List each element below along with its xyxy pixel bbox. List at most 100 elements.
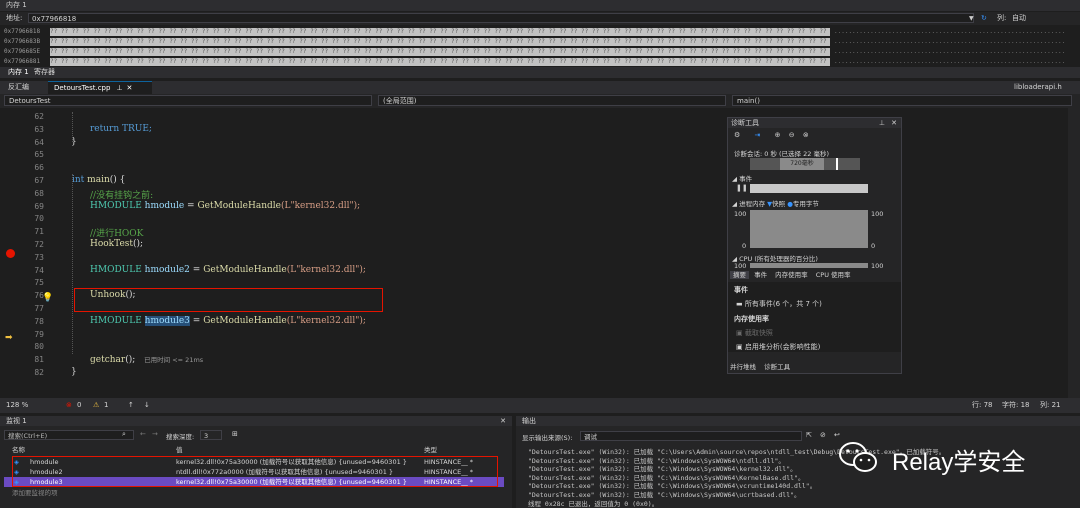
code-line[interactable]: HookTest();	[90, 239, 143, 249]
scope-dropdown[interactable]: (全局范围)	[378, 95, 726, 106]
memory-row-bytes[interactable]: ?? ?? ?? ?? ?? ?? ?? ?? ?? ?? ?? ?? ?? ?…	[50, 58, 830, 66]
tab-diagnostic-tools[interactable]: 诊断工具	[764, 363, 790, 371]
line-number: 63	[34, 124, 44, 134]
function-dropdown[interactable]: main()	[732, 95, 1072, 106]
code-line[interactable]: return TRUE;	[90, 124, 152, 134]
mem-axis-bottom-right: 0	[871, 242, 876, 250]
memory-row-ascii[interactable]: ........................................…	[834, 37, 1065, 47]
code-line[interactable]: HMODULE hmodule3 = GetModuleHandle(L"ker…	[90, 315, 366, 326]
lightbulb-icon[interactable]: 💡	[42, 293, 53, 303]
tab-parallel-stacks[interactable]: 并行堆栈	[730, 363, 756, 371]
memory-row-bytes[interactable]: ?? ?? ?? ?? ?? ?? ?? ?? ?? ?? ?? ?? ?? ?…	[50, 48, 830, 56]
col-name[interactable]: 名称	[12, 446, 25, 455]
pin-icon[interactable]: ⊥	[116, 84, 122, 92]
elapsed-time-hint: 已用时间 <= 21ms	[144, 356, 204, 365]
tab-events[interactable]: 事件	[751, 271, 770, 279]
search-icon[interactable]: ⌕	[122, 430, 126, 439]
code-line[interactable]: getchar(); 已用时间 <= 21ms	[90, 354, 203, 365]
warning-icon[interactable]: ⚠	[93, 398, 99, 413]
zoom-in-icon[interactable]: ⊕	[775, 131, 781, 139]
code-line[interactable]: //没有挂钩之前:	[90, 188, 153, 201]
memory-row-ascii[interactable]: ........................................…	[834, 57, 1065, 67]
line-number: 79	[34, 329, 44, 339]
add-watch-item[interactable]: 添加要监视的项	[12, 487, 58, 497]
export-icon[interactable]: ⇥	[755, 131, 761, 139]
tab-cpu-usage[interactable]: CPU 使用率	[813, 271, 854, 279]
code-line[interactable]: int main() {	[72, 175, 125, 185]
tab-registers[interactable]: 寄存器	[30, 67, 59, 78]
up-arrow-icon[interactable]: ↑	[128, 398, 134, 413]
code-string: (L"kernel32.dll");	[280, 200, 361, 211]
tab-disassembly[interactable]: 反汇编	[2, 81, 35, 94]
zoom-out-icon[interactable]: ⊖	[789, 131, 795, 139]
code-comment: //进行HOOK	[90, 229, 144, 240]
code-editor[interactable]: 62 63 return TRUE; 64} 65 66 67 int main() {68 /…	[0, 108, 1080, 398]
line-number: 65	[34, 150, 44, 160]
memory-row-ascii[interactable]: ........................................…	[834, 27, 1065, 37]
memory-row-ascii[interactable]: ........................................…	[834, 47, 1065, 57]
take-snapshot-label: 截取快照	[744, 329, 773, 337]
line-number: 64	[34, 137, 44, 147]
tab-memory1[interactable]: 内存 1	[4, 67, 33, 78]
code-comment: //没有挂钩之前:	[90, 190, 154, 201]
cpu-graph[interactable]	[750, 263, 868, 268]
clear-icon[interactable]: ⊘	[820, 431, 826, 439]
code-line[interactable]: //进行HOOK	[90, 226, 143, 239]
reset-zoom-icon[interactable]: ⊗	[803, 131, 809, 139]
code-line[interactable]: HMODULE hmodule2 = GetModuleHandle(L"ker…	[90, 265, 366, 275]
code-line[interactable]: }	[71, 367, 77, 377]
code-text: ();	[125, 355, 136, 366]
events-track[interactable]	[750, 184, 868, 193]
refresh-icon[interactable]: ↻	[981, 12, 987, 25]
indent-guide	[72, 112, 73, 142]
code-line[interactable]: HMODULE hmodule = GetModuleHandle(L"kern…	[90, 201, 360, 211]
function-name: GetModuleHandle	[203, 264, 287, 275]
memory-row-bytes[interactable]: ?? ?? ?? ?? ?? ?? ?? ?? ?? ?? ?? ?? ?? ?…	[50, 38, 830, 46]
tab-libloaderapi[interactable]: libloaderapi.h	[1008, 81, 1068, 94]
navigation-bar: DetoursTest (全局范围) main()	[0, 94, 1080, 108]
col-type[interactable]: 类型	[424, 446, 437, 455]
error-icon[interactable]: ⊗	[66, 398, 72, 413]
pin-icon[interactable]: ⊥	[879, 118, 885, 128]
tab-summary[interactable]: 摘要	[730, 271, 749, 279]
columns-select[interactable]: 自动	[1012, 12, 1026, 25]
breakpoint-icon[interactable]	[6, 249, 15, 258]
forward-icon[interactable]: →	[152, 430, 158, 438]
tab-memory-usage[interactable]: 内存使用率	[772, 271, 811, 279]
vertical-scrollbar[interactable]	[1068, 108, 1080, 398]
tab-detourstest-cpp[interactable]: DetoursTest.cpp ⊥ ✕	[48, 81, 152, 95]
timeline-ruler[interactable]: 720毫秒	[750, 158, 860, 170]
find-icon[interactable]: ⇱	[806, 431, 812, 439]
cpu-axis-right: 100	[871, 262, 884, 270]
all-events-link[interactable]: ▬ 所有事件(6 个，共 7 个)	[736, 299, 822, 309]
filter-icon[interactable]: ⊞	[232, 430, 238, 438]
take-snapshot-button[interactable]: ▣ 截取快照	[736, 328, 773, 338]
project-dropdown[interactable]: DetoursTest	[4, 95, 372, 106]
heap-analysis-button[interactable]: ▣ 启用堆分析(会影响性能)	[736, 342, 820, 352]
wechat-icon	[839, 442, 877, 472]
memory-row: 0x77966881 ?? ?? ?? ?? ?? ?? ?? ?? ?? ??…	[0, 57, 1080, 67]
timeline-selection: 720毫秒	[780, 158, 824, 170]
memory-row-bytes[interactable]: ?? ?? ?? ?? ?? ?? ?? ?? ?? ?? ?? ?? ?? ?…	[50, 28, 830, 36]
zoom-level[interactable]: 128 %	[6, 398, 28, 413]
depth-select[interactable]: 3	[200, 430, 222, 440]
output-title: 输出	[516, 416, 1080, 426]
watch-header: 名称 值 类型	[4, 446, 504, 455]
watch-search-input[interactable]: 搜索(Ctrl+E)	[4, 430, 134, 440]
memory-row: 0x7796683B ?? ?? ?? ?? ?? ?? ?? ?? ?? ??…	[0, 37, 1080, 47]
output-source-select[interactable]: 调试	[580, 431, 802, 441]
down-arrow-icon[interactable]: ↓	[144, 398, 150, 413]
close-icon[interactable]: ✕	[500, 416, 506, 426]
memory-graph[interactable]	[750, 210, 868, 248]
variable-name: hmodule3	[144, 315, 190, 326]
close-icon[interactable]: ✕	[891, 118, 897, 128]
address-dropdown-icon[interactable]: ▼	[969, 12, 974, 25]
close-icon[interactable]: ✕	[127, 84, 133, 92]
output-line: 线程 0x28c 已退出，返回值为 0 (0x0)。	[528, 499, 659, 508]
back-icon[interactable]: ←	[140, 430, 146, 438]
col-value[interactable]: 值	[176, 446, 183, 455]
settings-icon[interactable]: ⚙	[734, 131, 740, 139]
address-input[interactable]: 0x77966818	[28, 13, 974, 23]
pause-icon: ❚❚	[736, 184, 748, 192]
diag-title-bar: 诊断工具 ✕ ⊥	[728, 118, 901, 128]
